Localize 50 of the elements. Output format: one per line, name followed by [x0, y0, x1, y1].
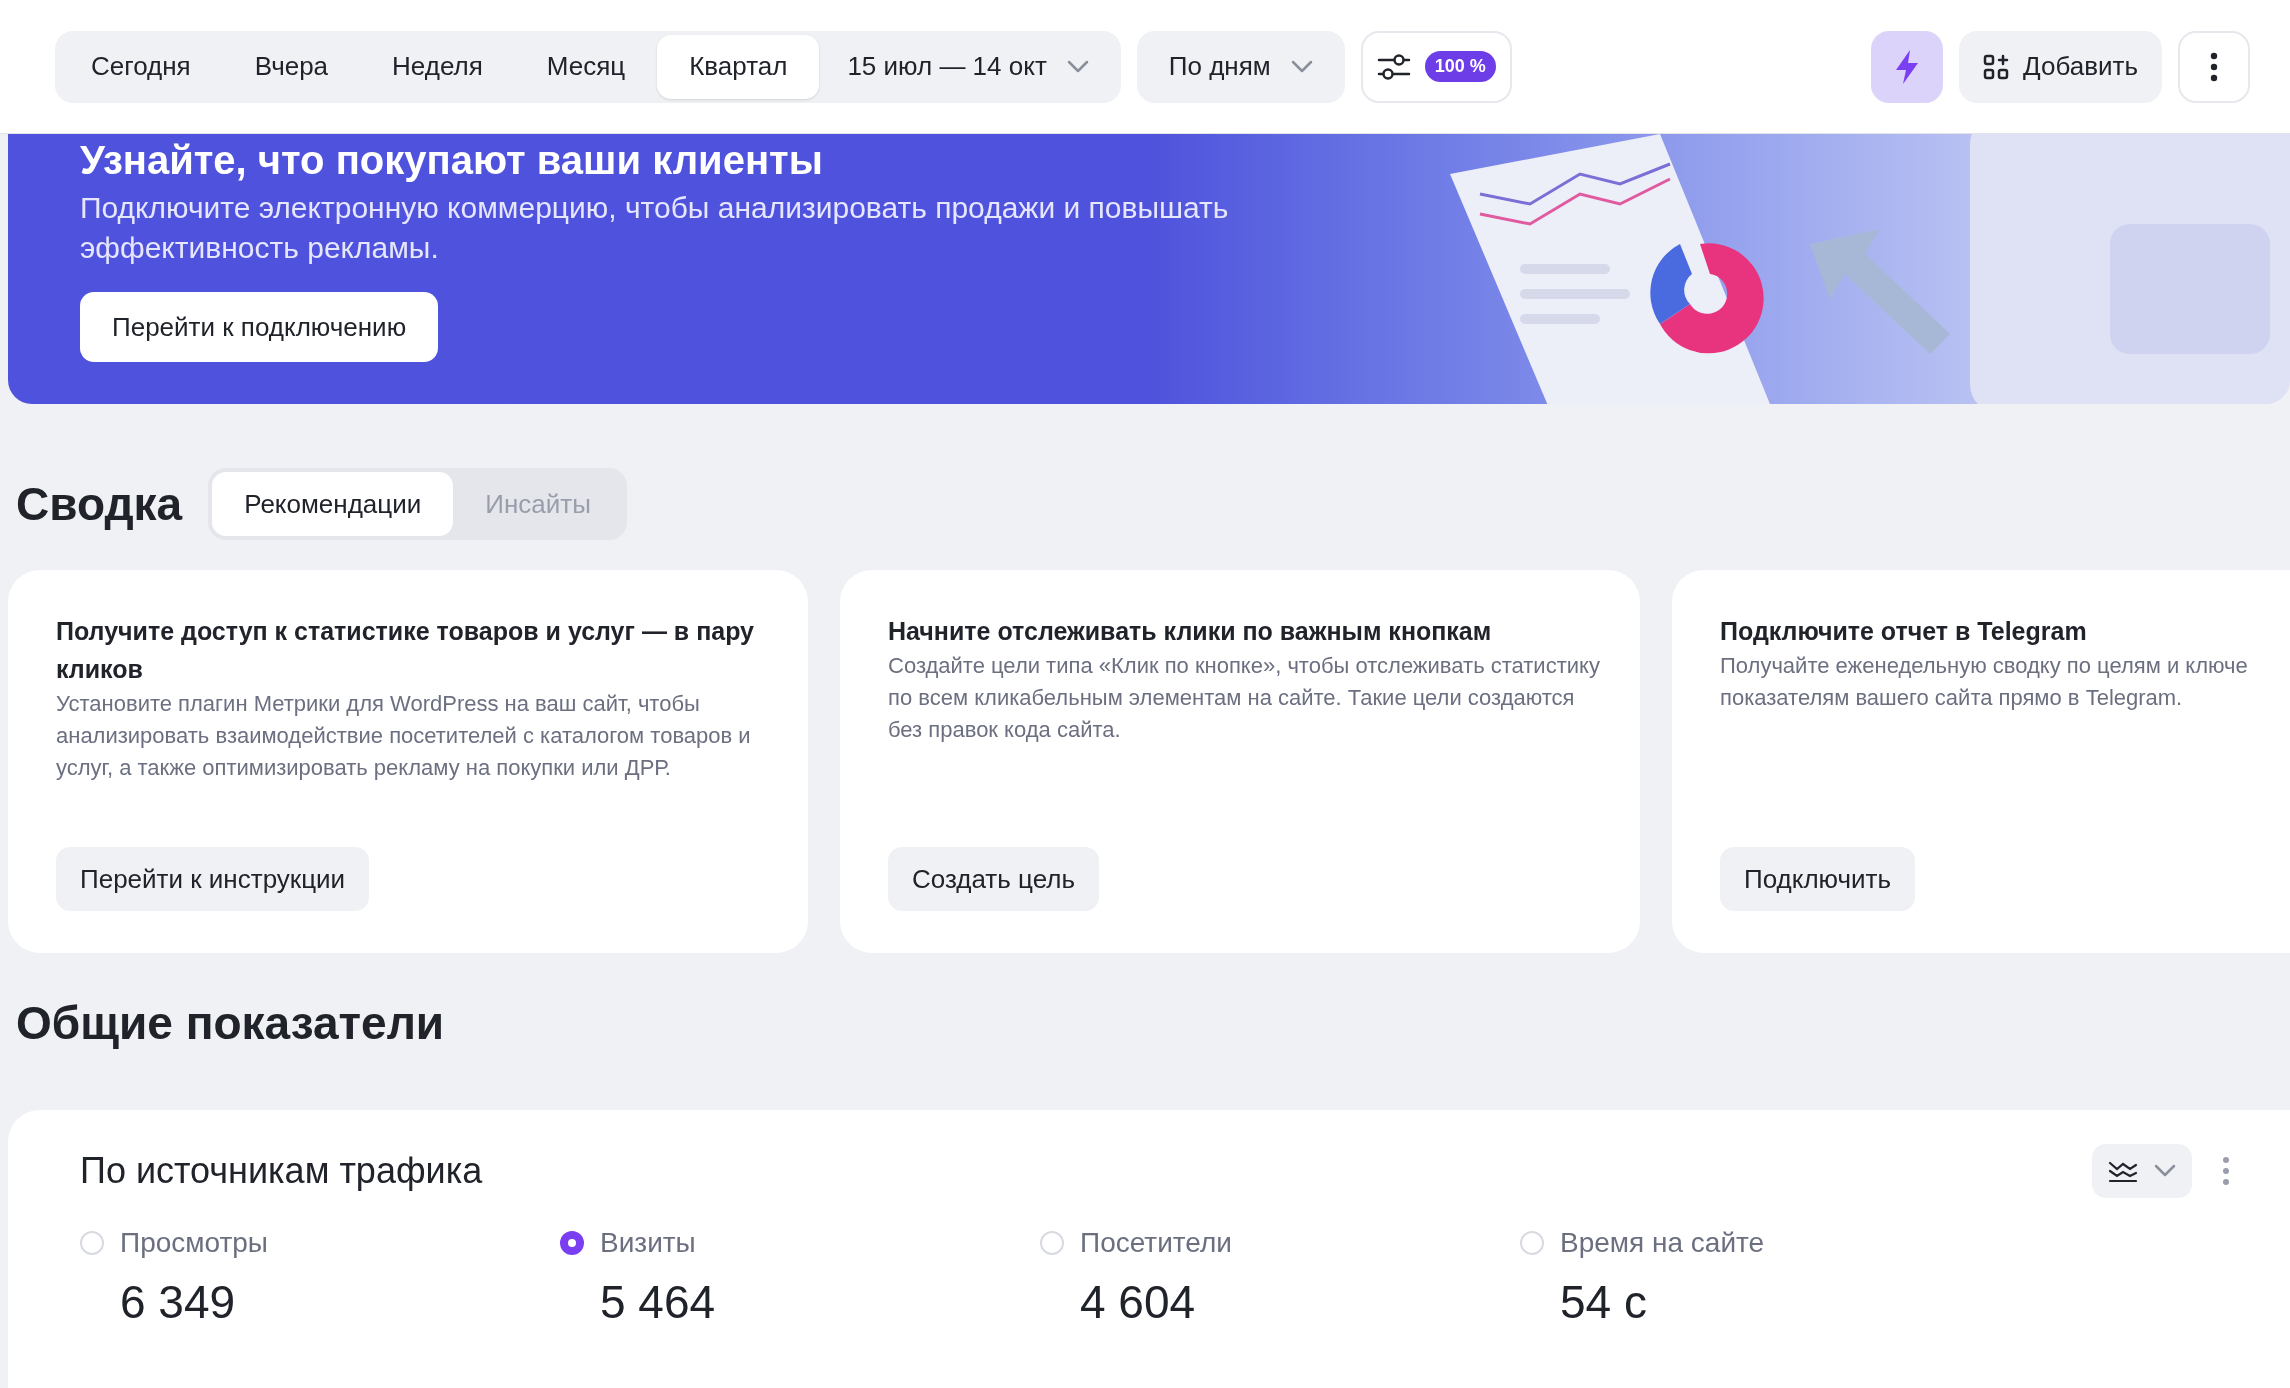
metric-radio[interactable]: [80, 1231, 104, 1255]
summary-tab[interactable]: Рекомендации: [212, 472, 454, 536]
period-tab[interactable]: Неделя: [360, 34, 515, 99]
chart-type-dropdown[interactable]: [2092, 1144, 2192, 1198]
metric-label: Просмотры: [120, 1226, 269, 1260]
card-title: Начните отслеживать клики по важным кнопкам: [888, 616, 1493, 647]
chevron-down-icon: [2154, 1164, 2176, 1178]
card-title: Подключите отчет в Telegram: [1720, 616, 2088, 647]
metric-value: 6 349: [120, 1275, 237, 1330]
summary-heading: Сводка: [16, 476, 183, 532]
sliders-icon: [1376, 51, 1411, 82]
lightning-icon: [1894, 48, 1921, 85]
widget-title: По источникам трафика: [80, 1149, 483, 1193]
card-action-button[interactable]: Подключить: [1720, 847, 1916, 911]
widgets-add-icon: [1983, 53, 2010, 80]
card-text: Создайте цели типа «Клик по кнопке», чтобы отслеживать статистику по всем кликабельным элементам на сайте. Такие цели создаются без правок кода сайта.: [888, 652, 1600, 744]
banner-text: Подключите электронную коммерцию, чтобы анализировать продажи и повышать эффективность рекламы.: [80, 190, 1230, 266]
more-vertical-icon[interactable]: [2222, 1156, 2230, 1186]
metric-radio[interactable]: [560, 1231, 584, 1255]
period-tab[interactable]: Квартал: [657, 34, 820, 99]
lightning-button[interactable]: [1871, 30, 1944, 103]
period-tab[interactable]: Вчера: [222, 34, 361, 99]
overview-heading: Общие показатели: [15, 996, 446, 1051]
banner-title: Узнайте, что покупают ваши клиенты: [80, 138, 824, 182]
chevron-down-icon: [1066, 59, 1089, 74]
connect-button[interactable]: Перейти к подключению: [80, 292, 439, 362]
metric-label: Визиты: [600, 1226, 697, 1260]
more-vertical-icon: [2210, 51, 2218, 82]
line-chart-icon: [2108, 1159, 2138, 1183]
card-text: Получайте еженедельную сводку по целям и ключе показателям вашего сайта прямо в Telegram.: [1720, 652, 2249, 712]
chevron-down-icon: [1290, 59, 1313, 74]
card-action-button[interactable]: Перейти к инструкции: [56, 847, 370, 911]
add-button[interactable]: Добавить: [1959, 30, 2162, 103]
metric-radio[interactable]: [1040, 1231, 1064, 1255]
card-title: Получите доступ к статистике товаров и услуг — в пару кликов: [56, 616, 755, 685]
metric-value: 4 604: [1080, 1275, 1197, 1330]
metric-value: 54 с: [1560, 1275, 1648, 1330]
period-tab[interactable]: Месяц: [514, 34, 658, 99]
more-button[interactable]: [2178, 30, 2250, 103]
metric-label: Посетители: [1080, 1226, 1233, 1260]
sampling-badge: 100 %: [1424, 51, 1496, 82]
period-tab[interactable]: Сегодня: [59, 34, 223, 99]
filters-button[interactable]: 100 %: [1360, 30, 1512, 103]
metric-radio[interactable]: [1520, 1231, 1544, 1255]
card-action-button[interactable]: Создать цель: [888, 847, 1099, 911]
card-text: Установите плагин Метрики для WordPress на ваш сайт, чтобы анализировать взаимодействие посетителей с каталогом товаров и услуг, а также оптимизировать рекламу на покупки или ДРР.: [56, 690, 752, 782]
metric-label: Время на сайте: [1560, 1226, 1766, 1260]
metric-value: 5 464: [600, 1275, 717, 1330]
grouping-dropdown[interactable]: По дням: [1136, 30, 1345, 103]
date-range-dropdown[interactable]: 15 июл — 14 окт: [819, 34, 1117, 99]
